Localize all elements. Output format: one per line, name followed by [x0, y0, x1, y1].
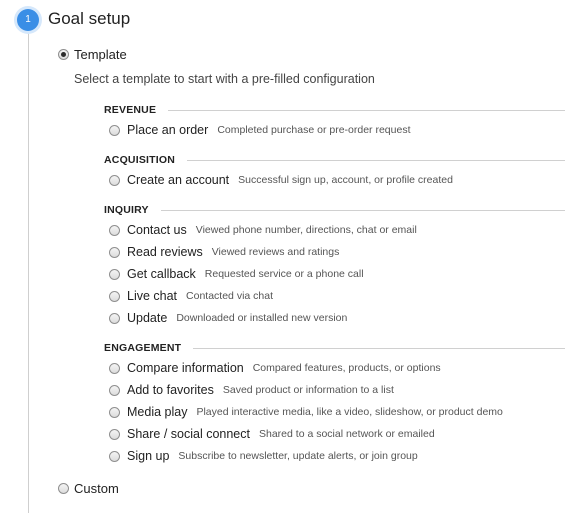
- goal-description: Played interactive media, like a video, …: [196, 406, 503, 418]
- category-name: REVENUE: [104, 104, 157, 116]
- goal-option-add-to-favorites[interactable]: Add to favorites Saved product or inform…: [109, 381, 394, 399]
- goal-description: Requested service or a phone call: [204, 268, 364, 280]
- goal-radio[interactable]: [109, 450, 120, 462]
- category-header-inquiry: INQUIRY: [104, 203, 565, 217]
- category-divider: [160, 209, 565, 211]
- template-label: Template: [74, 46, 127, 62]
- goal-option-create-an-account[interactable]: Create an account Successful sign up, ac…: [109, 171, 453, 189]
- goal-name: Live chat: [127, 289, 178, 303]
- category-header-acquisition: ACQUISITION: [104, 153, 565, 167]
- goal-name: Sign up: [127, 449, 170, 463]
- goal-radio[interactable]: [109, 428, 120, 440]
- goal-description: Successful sign up, account, or profile …: [238, 174, 453, 186]
- category-divider: [187, 159, 565, 161]
- goal-description: Shared to a social network or emailed: [259, 428, 435, 440]
- category-name: ACQUISITION: [104, 154, 176, 166]
- goal-radio[interactable]: [109, 224, 120, 236]
- goal-description: Completed purchase or pre-order request: [217, 124, 411, 136]
- step-number-badge: 1: [17, 9, 39, 31]
- goal-name: Read reviews: [127, 245, 203, 259]
- goal-name: Contact us: [127, 223, 187, 237]
- goal-name: Get callback: [127, 267, 196, 281]
- goal-description: Viewed phone number, directions, chat or…: [195, 224, 417, 236]
- goal-radio[interactable]: [109, 268, 120, 280]
- goal-option-read-reviews[interactable]: Read reviews Viewed reviews and ratings: [109, 243, 339, 261]
- custom-option[interactable]: Custom: [58, 480, 119, 496]
- goal-radio[interactable]: [109, 246, 120, 258]
- goal-name: Add to favorites: [127, 383, 214, 397]
- goal-description: Subscribe to newsletter, update alerts, …: [178, 450, 418, 462]
- step-rail: [28, 30, 29, 513]
- step-title: Goal setup: [48, 9, 131, 28]
- goal-radio[interactable]: [109, 384, 120, 396]
- template-option[interactable]: Template: [58, 46, 127, 62]
- goal-name: Compare information: [127, 361, 244, 375]
- goal-option-compare-information[interactable]: Compare information Compared features, p…: [109, 359, 441, 377]
- goal-option-share-social-connect[interactable]: Share / social connect Shared to a socia…: [109, 425, 435, 443]
- goal-option-media-play[interactable]: Media play Played interactive media, lik…: [109, 403, 503, 421]
- template-radio[interactable]: [58, 48, 69, 60]
- category-header-engagement: ENGAGEMENT: [104, 341, 565, 355]
- goal-description: Downloaded or installed new version: [176, 312, 348, 324]
- template-intro-text: Select a template to start with a pre-fi…: [74, 72, 375, 86]
- goal-name: Create an account: [127, 173, 230, 187]
- goal-name: Place an order: [127, 123, 209, 137]
- goal-description: Saved product or information to a list: [222, 384, 394, 396]
- goal-option-place-an-order[interactable]: Place an order Completed purchase or pre…: [109, 121, 411, 139]
- goal-name: Media play: [127, 405, 188, 419]
- goal-name: Update: [127, 311, 168, 325]
- goal-description: Compared features, products, or options: [252, 362, 441, 374]
- goal-option-update[interactable]: Update Downloaded or installed new versi…: [109, 309, 347, 327]
- category-name: INQUIRY: [104, 204, 149, 216]
- category-divider: [168, 109, 565, 111]
- goal-radio[interactable]: [109, 124, 120, 136]
- category-header-revenue: REVENUE: [104, 103, 565, 117]
- custom-radio[interactable]: [58, 482, 69, 494]
- goal-radio[interactable]: [109, 290, 120, 302]
- goal-option-contact-us[interactable]: Contact us Viewed phone number, directio…: [109, 221, 417, 239]
- goal-radio[interactable]: [109, 362, 120, 374]
- goal-radio[interactable]: [109, 174, 120, 186]
- category-name: ENGAGEMENT: [104, 342, 182, 354]
- goal-radio[interactable]: [109, 312, 120, 324]
- category-divider: [193, 347, 565, 349]
- goal-description: Viewed reviews and ratings: [211, 246, 340, 258]
- goal-option-get-callback[interactable]: Get callback Requested service or a phon…: [109, 265, 364, 283]
- goal-option-sign-up[interactable]: Sign up Subscribe to newsletter, update …: [109, 447, 418, 465]
- goal-option-live-chat[interactable]: Live chat Contacted via chat: [109, 287, 273, 305]
- goal-description: Contacted via chat: [186, 290, 273, 302]
- goal-radio[interactable]: [109, 406, 120, 418]
- goal-name: Share / social connect: [127, 427, 250, 441]
- custom-label: Custom: [74, 480, 119, 496]
